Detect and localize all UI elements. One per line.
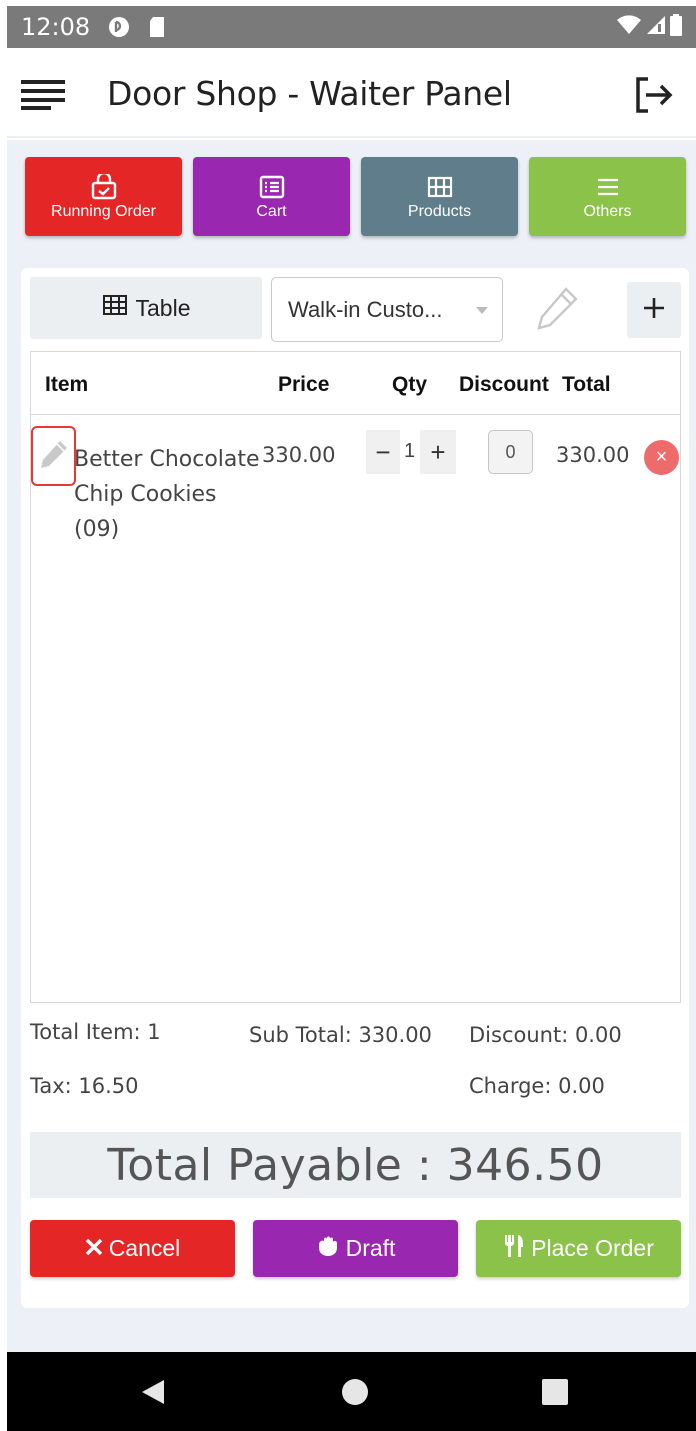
plus-icon <box>642 296 666 325</box>
others-button[interactable]: Others <box>529 157 686 236</box>
table-header: Item Price Qty Discount Total <box>31 352 680 415</box>
table-label: Table <box>135 294 191 321</box>
cancel-label: Cancel <box>108 1235 181 1261</box>
list-icon <box>259 173 285 201</box>
header-price: Price <box>278 373 330 396</box>
cart-label: Cart <box>256 202 287 220</box>
back-icon[interactable] <box>140 1378 166 1411</box>
utensils-icon <box>503 1234 525 1264</box>
total-payable: Total Payable : 346.50 <box>30 1132 681 1198</box>
qty-decrease-button[interactable]: − <box>366 430 400 474</box>
edit-item-button[interactable] <box>31 426 76 486</box>
place-order-button[interactable]: Place Order <box>476 1220 681 1277</box>
customer-value: Walk-in Custo... <box>288 296 443 322</box>
place-order-label: Place Order <box>531 1235 654 1261</box>
sd-card-icon <box>148 16 166 38</box>
discount-input[interactable]: 0 <box>488 430 533 474</box>
running-order-label: Running Order <box>51 202 156 220</box>
charge: Charge: 0.00 <box>469 1074 605 1098</box>
home-icon[interactable] <box>341 1378 369 1411</box>
add-customer-button[interactable] <box>627 282 681 338</box>
header-discount: Discount <box>459 373 549 396</box>
others-label: Others <box>583 202 632 220</box>
cart-button[interactable]: Cart <box>193 157 350 236</box>
header-total: Total <box>562 373 611 396</box>
header-item: Item <box>45 373 89 396</box>
logout-icon[interactable] <box>634 76 674 119</box>
wifi-icon <box>616 14 642 40</box>
item-price: 330.00 <box>262 443 336 467</box>
recents-icon[interactable] <box>541 1378 569 1411</box>
system-navigation-bar <box>7 1352 696 1431</box>
hand-icon <box>316 1235 340 1263</box>
page-title: Door Shop - Waiter Panel <box>107 74 512 113</box>
chevron-down-icon <box>476 307 488 314</box>
running-order-button[interactable]: Running Order <box>25 157 182 236</box>
notification-icon <box>108 16 130 38</box>
discount-total: Discount: 0.00 <box>469 1023 622 1047</box>
sub-total: Sub Total: 330.00 <box>249 1023 432 1047</box>
app-bar: Door Shop - Waiter Panel <box>7 48 696 138</box>
hamburger-icon[interactable] <box>21 78 67 115</box>
products-button[interactable]: Products <box>361 157 518 236</box>
qty-value: 1 <box>404 440 416 462</box>
remove-item-button[interactable]: × <box>644 440 679 475</box>
signal-icon <box>646 15 666 40</box>
qty-increase-button[interactable]: + <box>420 430 456 474</box>
total-item: Total Item: 1 <box>30 1020 161 1044</box>
edit-customer-pencil-icon[interactable] <box>536 285 580 336</box>
grid-icon <box>427 173 453 201</box>
running-order-icon <box>89 173 119 201</box>
status-bar: 12:08 <box>7 6 696 48</box>
table-icon <box>102 294 128 322</box>
close-icon <box>85 1235 103 1262</box>
cancel-button[interactable]: Cancel <box>30 1220 235 1277</box>
status-time: 12:08 <box>21 13 91 41</box>
tax: Tax: 16.50 <box>30 1074 139 1098</box>
item-name: Better Chocolate Chip Cookies (09) <box>74 447 260 542</box>
header-qty: Qty <box>392 373 428 396</box>
battery-icon <box>670 13 682 41</box>
item-total: 330.00 <box>556 443 630 467</box>
draft-button[interactable]: Draft <box>253 1220 458 1277</box>
draft-label: Draft <box>345 1235 396 1261</box>
customer-select[interactable]: Walk-in Custo... <box>271 277 503 342</box>
products-label: Products <box>407 202 472 220</box>
menu-lines-icon <box>596 173 620 201</box>
pencil-icon <box>38 438 70 475</box>
table-button[interactable]: Table <box>30 277 262 339</box>
